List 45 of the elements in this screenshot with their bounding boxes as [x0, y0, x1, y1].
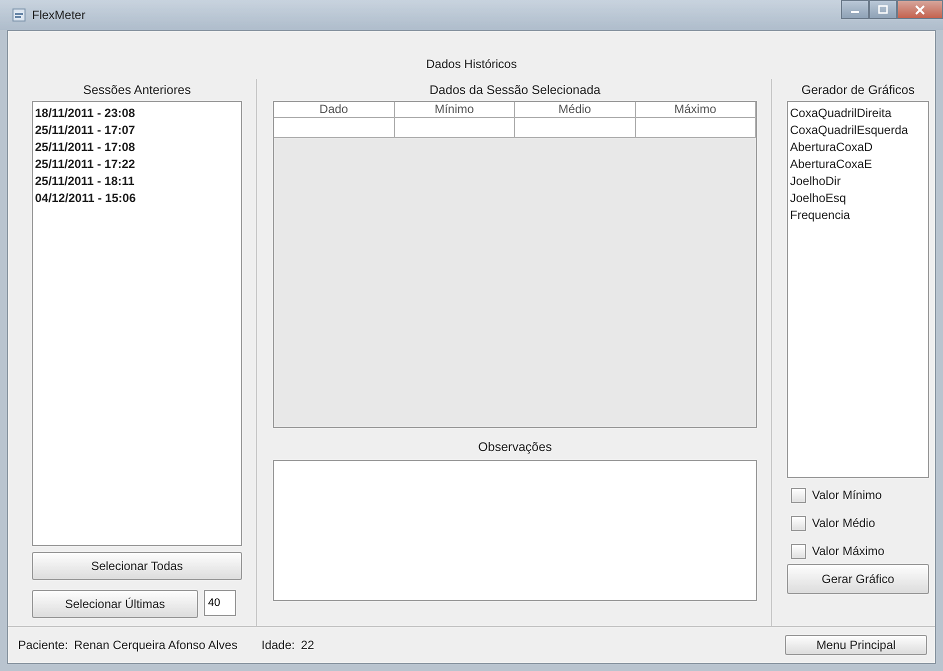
measure-item[interactable]: AberturaCoxaD: [790, 139, 926, 156]
select-last-button[interactable]: Selecionar Últimas: [32, 590, 198, 618]
panel-title: Observações: [478, 440, 552, 454]
maximize-icon: [878, 5, 888, 14]
column-header[interactable]: Mínimo: [394, 102, 515, 118]
generate-chart-button[interactable]: Gerar Gráfico: [787, 564, 929, 594]
session-item[interactable]: 25/11/2011 - 18:11: [35, 173, 239, 190]
panel-title: Dados da Sessão Selecionada: [430, 83, 600, 97]
checkbox[interactable]: [791, 516, 806, 530]
checkbox-label: Valor Médio: [812, 516, 876, 530]
panel-title: Sessões Anteriores: [83, 83, 191, 97]
checkbox[interactable]: [791, 488, 806, 502]
count-field[interactable]: 40: [204, 590, 236, 616]
checkbox[interactable]: [791, 544, 806, 558]
session-item[interactable]: 25/11/2011 - 17:22: [35, 156, 239, 173]
measure-item[interactable]: JoelhoDir: [790, 173, 926, 190]
checkbox-label: Valor Mínimo: [812, 488, 882, 502]
measure-item[interactable]: CoxaQuadrilDireita: [790, 105, 926, 122]
close-icon: [915, 4, 925, 14]
panel-title: Gerador de Gráficos: [801, 83, 915, 97]
app-icon: [12, 8, 26, 22]
checkbox-label: Valor Máximo: [812, 544, 884, 558]
select-all-button[interactable]: Selecionar Todas: [32, 552, 242, 580]
main-menu-button[interactable]: Menu Principal: [785, 635, 927, 655]
column-header[interactable]: Dado: [274, 102, 394, 118]
measure-item[interactable]: CoxaQuadrilEsquerda: [790, 122, 926, 139]
measure-item[interactable]: JoelhoEsq: [790, 190, 926, 207]
close-button[interactable]: [897, 0, 943, 19]
maximize-button[interactable]: [869, 0, 897, 19]
session-item[interactable]: 18/11/2011 - 23:08: [35, 105, 239, 122]
session-item[interactable]: 25/11/2011 - 17:07: [35, 122, 239, 139]
section-heading: Dados Históricos: [426, 57, 517, 71]
column-header[interactable]: Máximo: [636, 102, 756, 118]
patient-name: Renan Cerqueira Afonso Alves: [74, 638, 238, 652]
notes-field[interactable]: [273, 460, 757, 601]
session-item[interactable]: 04/12/2011 - 15:06: [35, 190, 239, 207]
age-label: Idade:: [261, 638, 295, 652]
measure-item[interactable]: Frequencia: [790, 207, 926, 224]
measure-item[interactable]: AberturaCoxaE: [790, 156, 926, 173]
patient-label: Paciente:: [18, 638, 68, 652]
session-item[interactable]: 25/11/2011 - 17:08: [35, 139, 239, 156]
column-header[interactable]: Médio: [515, 102, 636, 118]
window-title: FlexMeter: [32, 8, 86, 22]
age-value: 22: [300, 638, 314, 652]
minimize-button[interactable]: [841, 0, 869, 19]
